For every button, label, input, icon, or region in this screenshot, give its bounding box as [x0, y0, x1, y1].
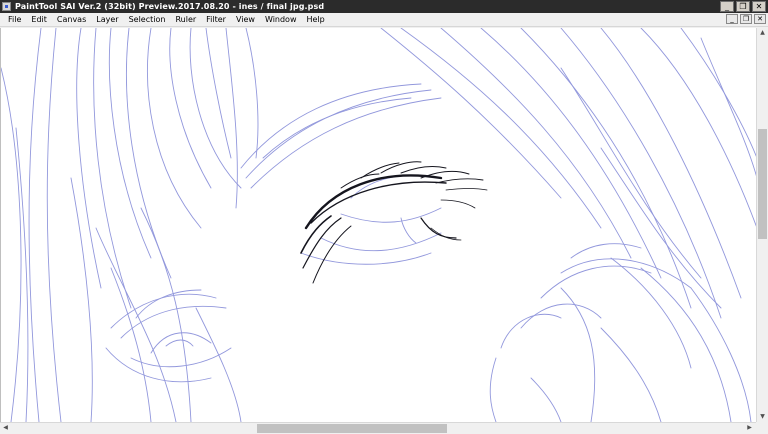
vertical-scrollbar[interactable]: ▲ ▼: [756, 28, 768, 422]
menu-edit[interactable]: Edit: [26, 13, 52, 26]
window-controls: _ ❐ ✕: [720, 1, 766, 12]
document-controls: _ ❐ ✕: [726, 14, 766, 24]
doc-minimize-button[interactable]: _: [726, 14, 738, 24]
horizontal-scrollbar[interactable]: ◀ ▶: [0, 422, 756, 434]
doc-restore-button[interactable]: ❐: [740, 14, 752, 24]
drawing-canvas[interactable]: [0, 28, 756, 422]
scroll-corner: [756, 422, 768, 434]
menu-bar: File Edit Canvas Layer Selection Ruler F…: [0, 13, 768, 27]
menu-help[interactable]: Help: [302, 13, 330, 26]
menu-view[interactable]: View: [231, 13, 260, 26]
window-title: PaintTool SAI Ver.2 (32bit) Preview.2017…: [15, 2, 325, 11]
sketch-artwork: [1, 28, 756, 422]
scroll-left-icon[interactable]: ◀: [0, 423, 11, 433]
doc-close-button[interactable]: ✕: [754, 14, 766, 24]
menu-canvas[interactable]: Canvas: [52, 13, 91, 26]
scroll-up-icon[interactable]: ▲: [757, 28, 768, 38]
horizontal-scroll-thumb[interactable]: [257, 424, 447, 433]
menu-list: File Edit Canvas Layer Selection Ruler F…: [0, 13, 330, 26]
restore-button[interactable]: ❐: [736, 1, 750, 12]
menu-file[interactable]: File: [0, 13, 26, 26]
vertical-scroll-thumb[interactable]: [758, 129, 767, 239]
app-icon[interactable]: [2, 2, 11, 11]
menu-window[interactable]: Window: [260, 13, 302, 26]
scroll-down-icon[interactable]: ▼: [757, 412, 768, 422]
menu-filter[interactable]: Filter: [201, 13, 231, 26]
minimize-button[interactable]: _: [720, 1, 734, 12]
close-button[interactable]: ✕: [752, 1, 766, 12]
title-bar: PaintTool SAI Ver.2 (32bit) Preview.2017…: [0, 0, 768, 13]
menu-ruler[interactable]: Ruler: [170, 13, 201, 26]
scroll-right-icon[interactable]: ▶: [744, 423, 755, 433]
menu-layer[interactable]: Layer: [91, 13, 123, 26]
menu-selection[interactable]: Selection: [124, 13, 171, 26]
